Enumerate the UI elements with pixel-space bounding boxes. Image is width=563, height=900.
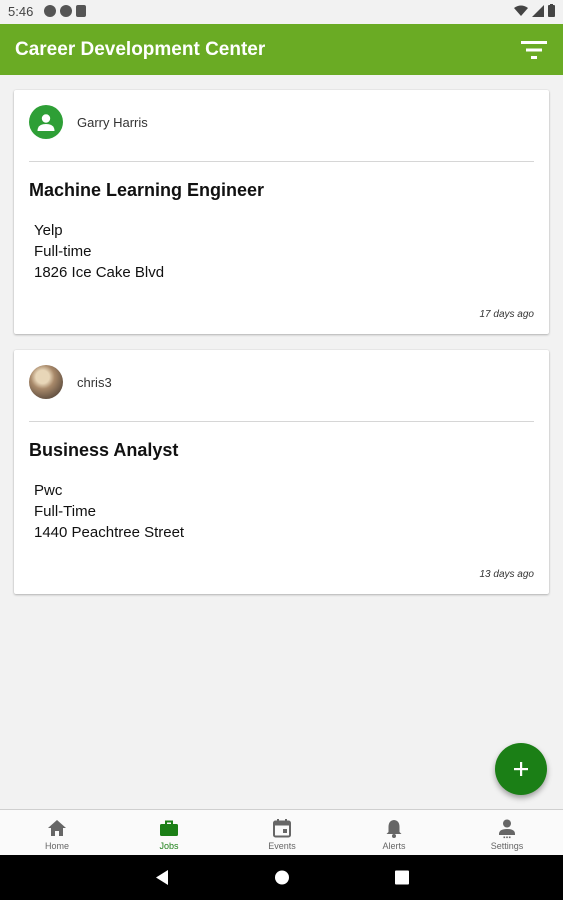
signal-icon xyxy=(532,4,544,17)
app-title: Career Development Center xyxy=(15,39,266,60)
bell-icon xyxy=(386,820,402,838)
filter-icon[interactable] xyxy=(521,40,547,60)
job-address: 1826 Ice Cake Blvd xyxy=(34,264,165,281)
status-system-icons xyxy=(514,4,555,17)
back-icon[interactable] xyxy=(154,869,170,886)
briefcase-icon xyxy=(160,820,178,836)
sd-card-icon xyxy=(76,5,86,17)
nav-settings[interactable]: Settings xyxy=(451,810,563,856)
recents-icon[interactable] xyxy=(394,869,410,886)
calendar-icon xyxy=(273,819,291,838)
bottom-navigation: Home Jobs Events Alerts Settings xyxy=(0,809,563,856)
home-circle-icon[interactable] xyxy=(274,869,290,886)
notification-icon xyxy=(60,5,72,17)
status-time: 5:46 xyxy=(8,4,34,19)
post-author-name: Garry Harris xyxy=(77,114,148,130)
post-author-name: chris3 xyxy=(77,374,112,390)
add-post-button[interactable] xyxy=(495,743,547,795)
job-post-card[interactable]: Garry Harris Machine Learning Engineer Y… xyxy=(14,90,549,334)
job-details: Yelp Full-time 1826 Ice Cake Blvd xyxy=(34,220,164,283)
nav-home-label: Home xyxy=(44,841,69,851)
job-type: Full-Time xyxy=(34,503,96,520)
post-timestamp: 17 days ago xyxy=(479,309,535,320)
job-address: 1440 Peachtree Street xyxy=(34,524,185,541)
job-company: Pwc xyxy=(34,482,63,499)
post-timestamp: 13 days ago xyxy=(479,569,535,580)
nav-jobs-label: Jobs xyxy=(159,841,179,851)
nav-alerts[interactable]: Alerts xyxy=(338,810,450,856)
post-author: chris3 xyxy=(29,365,112,399)
job-post-card[interactable]: chris3 Business Analyst Pwc Full-Time 14… xyxy=(14,350,549,594)
status-notification-icons xyxy=(44,5,86,17)
battery-icon xyxy=(548,4,555,17)
job-company: Yelp xyxy=(34,222,63,239)
default-user-icon xyxy=(29,105,63,139)
home-icon xyxy=(48,820,66,836)
user-photo-avatar xyxy=(29,365,63,399)
person-icon xyxy=(499,819,515,839)
nav-events-label: Events xyxy=(268,841,296,851)
nav-settings-label: Settings xyxy=(490,841,524,851)
nav-home[interactable]: Home xyxy=(1,810,113,856)
job-type: Full-time xyxy=(34,243,92,260)
card-divider xyxy=(29,421,534,422)
card-divider xyxy=(29,161,534,162)
job-details: Pwc Full-Time 1440 Peachtree Street xyxy=(34,480,184,543)
nav-alerts-label: Alerts xyxy=(382,841,406,851)
app-bar: Career Development Center xyxy=(0,24,563,75)
system-navigation-bar xyxy=(0,855,563,900)
status-bar: 5:46 xyxy=(0,0,563,24)
nav-jobs[interactable]: Jobs xyxy=(113,810,225,856)
job-title: Machine Learning Engineer xyxy=(29,180,265,200)
notification-icon xyxy=(44,5,56,17)
job-title: Business Analyst xyxy=(29,440,179,460)
nav-events[interactable]: Events xyxy=(226,810,338,856)
post-author: Garry Harris xyxy=(29,105,148,139)
plus-icon xyxy=(514,762,528,776)
wifi-icon xyxy=(514,5,528,16)
